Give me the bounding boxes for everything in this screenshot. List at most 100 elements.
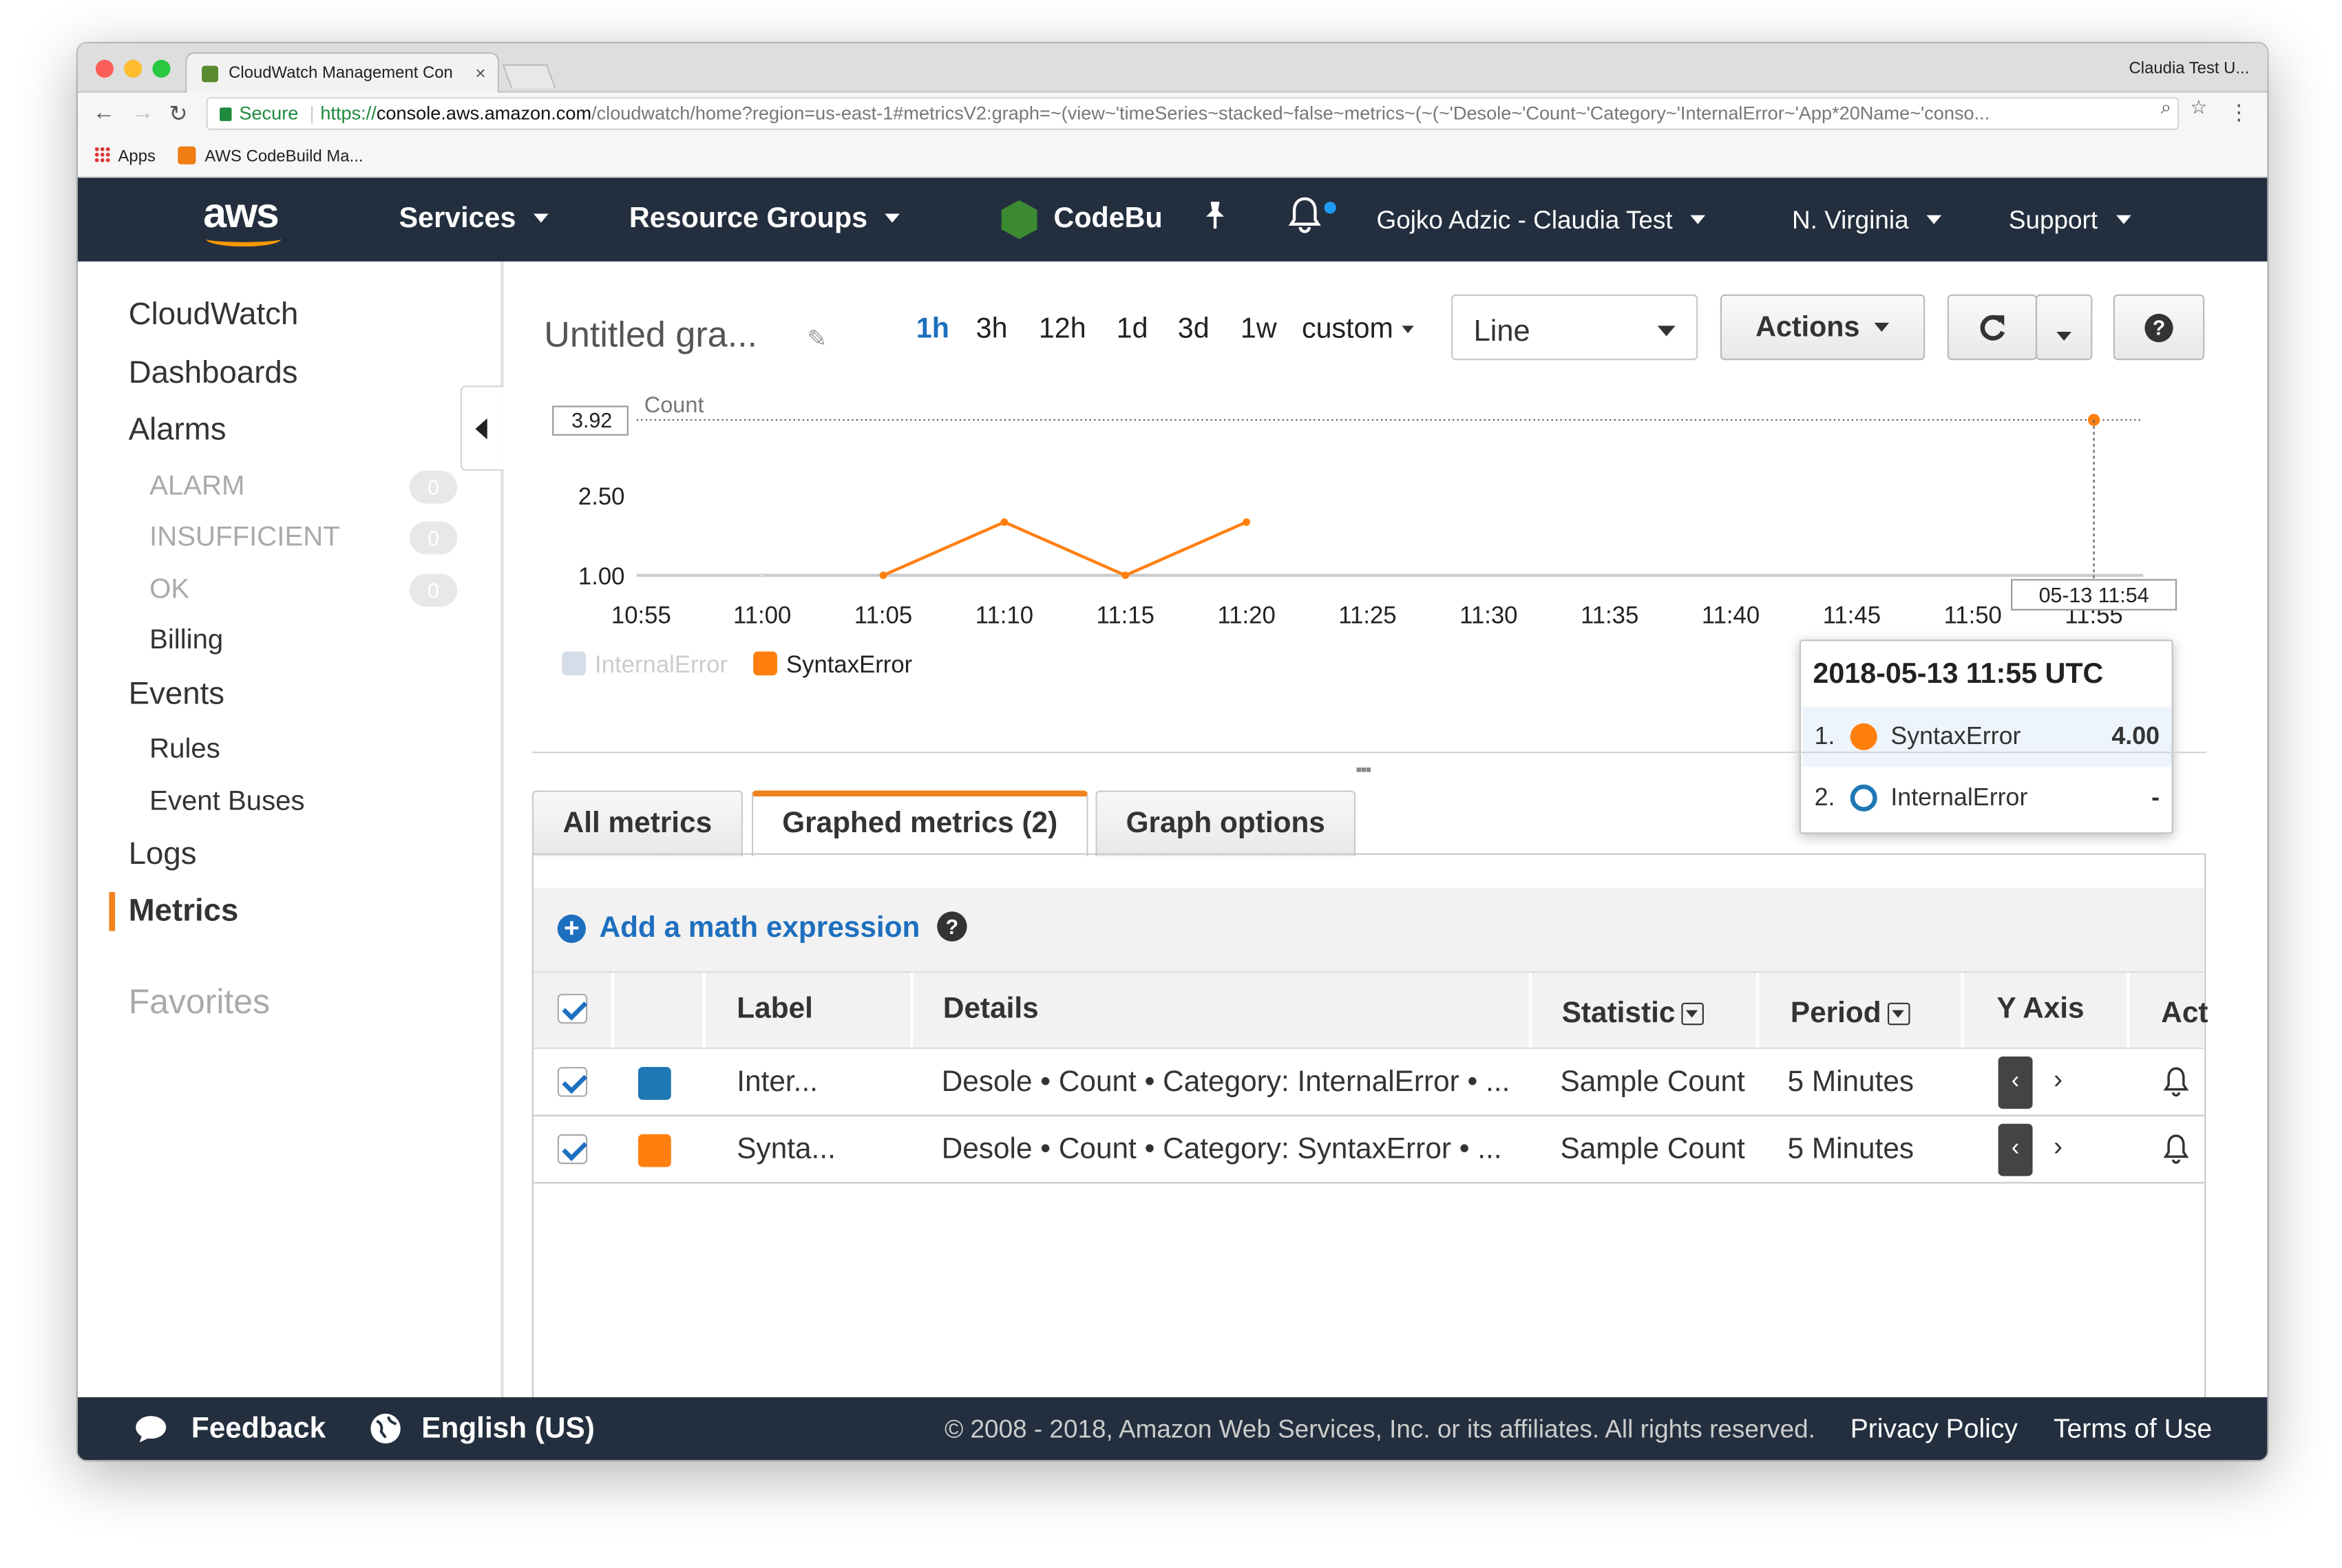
resource-groups-menu[interactable]: Resource Groups xyxy=(629,203,900,236)
aws-logo[interactable]: aws xyxy=(203,190,279,237)
forward-arrow-icon[interactable]: → xyxy=(131,100,154,125)
range-1h[interactable]: 1h xyxy=(916,314,949,347)
language-selector[interactable]: English (US) xyxy=(421,1412,595,1447)
x-tick-label: 11:20 xyxy=(1217,602,1275,628)
sidebar-item-event-buses[interactable]: Event Buses xyxy=(149,785,305,818)
region-menu[interactable]: N. Virginia xyxy=(1792,206,1942,236)
bookmark-label: Apps xyxy=(118,147,156,166)
sidebar-item-logs[interactable]: Logs xyxy=(129,837,197,873)
services-menu[interactable]: Services xyxy=(399,203,549,236)
help-button[interactable]: ? xyxy=(2113,294,2205,361)
row-period[interactable]: 5 Minutes xyxy=(1788,1133,1914,1167)
y-axis-left-button[interactable]: ‹ xyxy=(1998,1056,2033,1109)
header-statistic[interactable]: Statistic xyxy=(1562,997,1704,1031)
chevron-down-icon xyxy=(1926,215,1942,224)
reload-icon[interactable]: ↻ xyxy=(169,100,187,127)
lock-icon xyxy=(220,107,232,121)
back-arrow-icon[interactable]: ← xyxy=(93,100,116,125)
bookmark-codebuild[interactable]: AWS CodeBuild Ma... xyxy=(178,146,363,166)
feedback-link[interactable]: Feedback xyxy=(191,1412,326,1447)
y-axis-left-button[interactable]: ‹ xyxy=(1998,1123,2033,1176)
actions-button[interactable]: Actions xyxy=(1720,294,1926,361)
header-period[interactable]: Period xyxy=(1791,997,1910,1031)
range-custom[interactable]: custom xyxy=(1302,314,1415,347)
close-tab-icon[interactable]: × xyxy=(475,63,485,83)
zoom-icon[interactable]: ⌕ xyxy=(2161,96,2172,120)
range-1w[interactable]: 1w xyxy=(1241,314,1277,347)
collapse-sidebar-button[interactable] xyxy=(460,385,504,471)
sidebar-item-events[interactable]: Events xyxy=(129,677,224,712)
terms-of-use-link[interactable]: Terms of Use xyxy=(2054,1414,2212,1445)
sidebar-item-metrics[interactable]: Metrics xyxy=(129,893,239,929)
sidebar-item-billing[interactable]: Billing xyxy=(149,623,223,656)
bookmark-star-icon[interactable]: ☆ xyxy=(2190,96,2207,120)
url-input[interactable]: Secure | https://console.aws.amazon.com/c… xyxy=(206,97,2180,130)
row-period[interactable]: 5 Minutes xyxy=(1788,1066,1914,1100)
graph-title[interactable]: Untitled gra... xyxy=(544,315,757,357)
row-checkbox[interactable] xyxy=(557,1067,588,1097)
row-statistic[interactable]: Sample Count xyxy=(1561,1066,1745,1100)
add-math-expression-link[interactable]: Add a math expression xyxy=(600,911,920,946)
refresh-options-button[interactable] xyxy=(2035,294,2093,361)
series-color-swatch[interactable] xyxy=(638,1134,671,1167)
sidebar-item-rules[interactable]: Rules xyxy=(149,732,220,765)
y-axis-right-button[interactable]: › xyxy=(2054,1064,2063,1096)
browser-tab-cloudwatch[interactable]: CloudWatch Management Con × xyxy=(185,52,500,94)
table-row[interactable]: Inter... Desole • Count • Category: Inte… xyxy=(534,1049,2205,1116)
notifications-bell-icon[interactable] xyxy=(1288,194,1321,239)
maximize-window-icon[interactable] xyxy=(152,59,171,78)
create-alarm-bell-icon[interactable] xyxy=(2162,1066,2189,1099)
graph-type-select[interactable]: Line xyxy=(1451,294,1698,361)
close-window-icon[interactable] xyxy=(95,59,114,78)
pinned-service-codebuild[interactable]: CodeBu xyxy=(1054,203,1168,236)
refresh-icon xyxy=(1980,315,2005,341)
pin-icon[interactable] xyxy=(1201,200,1228,237)
new-tab-button[interactable] xyxy=(502,64,556,89)
sidebar-item-insufficient[interactable]: INSUFFICIENT xyxy=(149,520,340,553)
tab-graph-options[interactable]: Graph options xyxy=(1095,790,1356,856)
tab-graphed-metrics[interactable]: Graphed metrics (2) xyxy=(752,790,1088,856)
refresh-button[interactable] xyxy=(1947,294,2038,361)
sidebar-favorites[interactable]: Favorites xyxy=(129,982,270,1022)
y-axis-right-button[interactable]: › xyxy=(2054,1131,2063,1163)
resize-grip-icon[interactable]: ▪▪▪ xyxy=(1355,759,1371,780)
row-label[interactable]: Inter... xyxy=(737,1066,818,1100)
bookmark-apps[interactable]: Apps xyxy=(94,146,156,166)
row-details[interactable]: Desole • Count • Category: InternalError… xyxy=(942,1066,1510,1100)
row-details[interactable]: Desole • Count • Category: SyntaxError •… xyxy=(942,1133,1502,1167)
sidebar-item-cloudwatch[interactable]: CloudWatch xyxy=(129,297,299,333)
privacy-policy-link[interactable]: Privacy Policy xyxy=(1850,1414,2018,1445)
sidebar-item-ok[interactable]: OK xyxy=(149,572,189,605)
account-menu[interactable]: Gojko Adzic - Claudia Test xyxy=(1376,206,1706,236)
codebuild-service-icon[interactable] xyxy=(1001,200,1037,240)
browser-menu-icon[interactable]: ⋮ xyxy=(2228,100,2249,125)
header-actions[interactable]: Act xyxy=(2161,997,2208,1031)
bookmarks-bar: Apps AWS CodeBuild Ma... xyxy=(77,134,2268,178)
edit-pencil-icon[interactable]: ✎ xyxy=(807,324,827,354)
tab-all-metrics[interactable]: All metrics xyxy=(531,790,743,856)
help-icon[interactable]: ? xyxy=(937,911,967,942)
select-all-checkbox[interactable] xyxy=(557,993,588,1024)
header-y-axis[interactable]: Y Axis xyxy=(1996,993,2084,1027)
sort-dropdown-icon[interactable] xyxy=(1681,1002,1704,1026)
header-details[interactable]: Details xyxy=(943,993,1039,1027)
browser-profile-name[interactable]: Claudia Test U... xyxy=(2129,60,2250,78)
sidebar-item-dashboards[interactable]: Dashboards xyxy=(129,356,298,392)
range-1d[interactable]: 1d xyxy=(1117,314,1148,347)
sidebar-item-alarms[interactable]: Alarms xyxy=(129,412,226,448)
range-3h[interactable]: 3h xyxy=(976,314,1008,347)
range-3d[interactable]: 3d xyxy=(1178,314,1210,347)
row-statistic[interactable]: Sample Count xyxy=(1561,1133,1745,1167)
minimize-window-icon[interactable] xyxy=(124,59,143,78)
add-circle-icon[interactable]: + xyxy=(557,914,587,943)
row-label[interactable]: Synta... xyxy=(737,1133,836,1167)
header-label[interactable]: Label xyxy=(737,993,813,1027)
sort-dropdown-icon[interactable] xyxy=(1887,1002,1910,1026)
sidebar-item-alarm-state[interactable]: ALARM xyxy=(149,469,244,502)
table-row[interactable]: Synta... Desole • Count • Category: Synt… xyxy=(534,1116,2205,1184)
series-color-swatch[interactable] xyxy=(638,1067,671,1100)
create-alarm-bell-icon[interactable] xyxy=(2162,1133,2189,1166)
range-12h[interactable]: 12h xyxy=(1039,314,1086,347)
support-menu[interactable]: Support xyxy=(2009,206,2131,236)
row-checkbox[interactable] xyxy=(557,1134,588,1165)
